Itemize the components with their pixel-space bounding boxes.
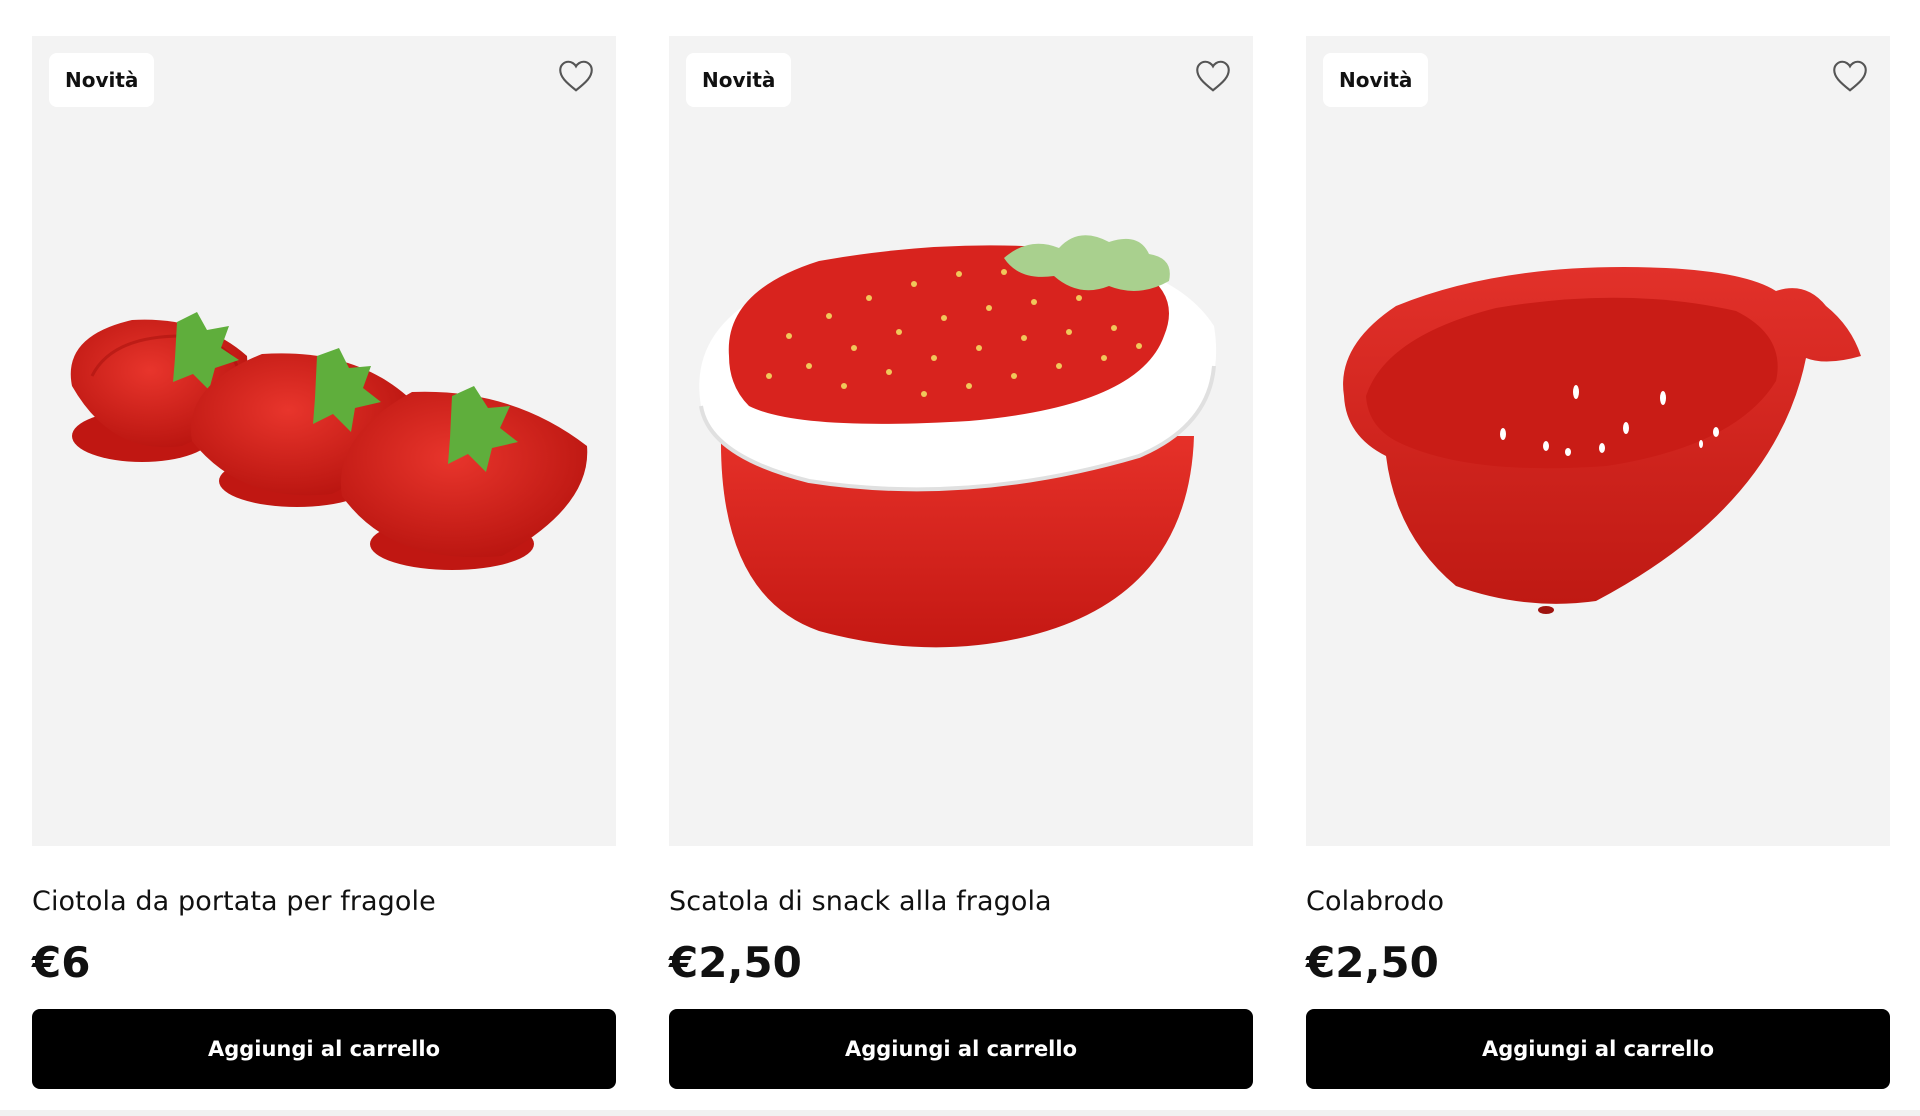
product-card: Novità Ciotola da portata per fragole €6…	[32, 36, 616, 1089]
product-media[interactable]: Novità	[1306, 36, 1890, 846]
product-price: €2,50	[669, 938, 802, 988]
add-to-cart-button[interactable]: Aggiungi al carrello	[32, 1008, 616, 1089]
product-card: Novità Scatola di snack alla fragola €2,…	[669, 36, 1253, 1089]
product-price: €2,50	[1306, 938, 1439, 988]
page-divider	[0, 1110, 1920, 1116]
product-media[interactable]: Novità	[32, 36, 616, 846]
product-title[interactable]: Ciotola da portata per fragole	[32, 886, 616, 918]
new-badge: Novità	[1323, 53, 1429, 107]
strawberry-serving-bowl-image	[70, 312, 588, 570]
product-title[interactable]: Scatola di snack alla fragola	[669, 886, 1253, 918]
product-card: Novità Colabrodo €2,50 Aggiungi al carre…	[1306, 36, 1890, 1089]
strawberry-snack-box-image	[699, 235, 1217, 648]
product-title[interactable]: Colabrodo	[1306, 886, 1890, 918]
add-to-cart-button[interactable]: Aggiungi al carrello	[1306, 1008, 1890, 1089]
strawberry-colander-image	[1343, 267, 1861, 614]
product-media[interactable]: Novità	[669, 36, 1253, 846]
add-to-cart-button[interactable]: Aggiungi al carrello	[669, 1008, 1253, 1089]
product-price: €6	[32, 938, 91, 988]
new-badge: Novità	[49, 53, 155, 107]
new-badge: Novità	[686, 53, 792, 107]
wishlist-heart-icon[interactable]	[1189, 52, 1237, 100]
wishlist-heart-icon[interactable]	[1826, 52, 1874, 100]
product-grid: Novità Ciotola da portata per fragole €6…	[32, 36, 1890, 1089]
wishlist-heart-icon[interactable]	[552, 52, 600, 100]
